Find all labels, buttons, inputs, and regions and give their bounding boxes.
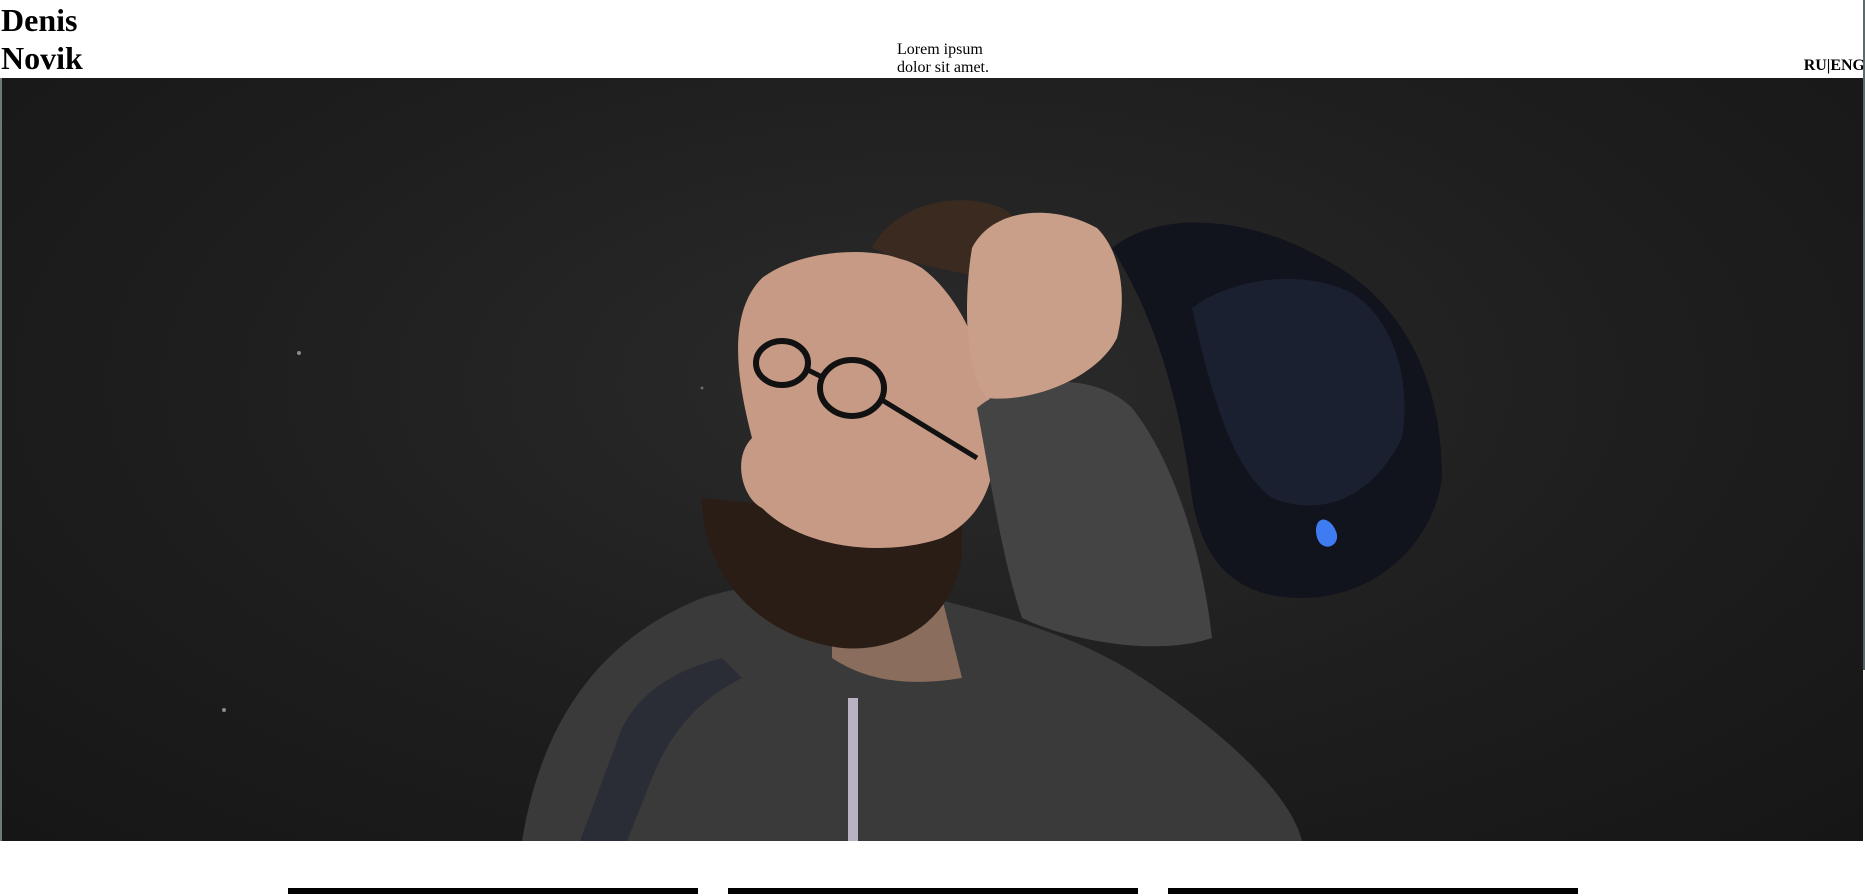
site-header: Denis Novik Lorem ipsum dolor sit amet. … <box>0 0 1865 78</box>
header-tagline: Lorem ipsum dolor sit amet. <box>897 41 989 76</box>
lang-en-link[interactable]: ENG <box>1830 57 1865 74</box>
hero-portrait-illustration <box>222 200 1442 841</box>
lang-ru-link[interactable]: RU <box>1804 57 1827 74</box>
cards-row <box>0 888 1865 896</box>
language-switcher: RU|ENG <box>1804 57 1865 75</box>
brand-first-name: Denis <box>1 2 78 38</box>
brand-name[interactable]: Denis Novik <box>1 1 141 77</box>
brand-last-name: Novik <box>1 40 83 76</box>
page: Denis Novik Lorem ipsum dolor sit amet. … <box>0 0 1865 896</box>
hero-image <box>2 78 1863 841</box>
card-2-top-bar <box>728 888 1138 894</box>
card-1-top-bar <box>288 888 698 894</box>
card-3-top-bar <box>1168 888 1578 894</box>
